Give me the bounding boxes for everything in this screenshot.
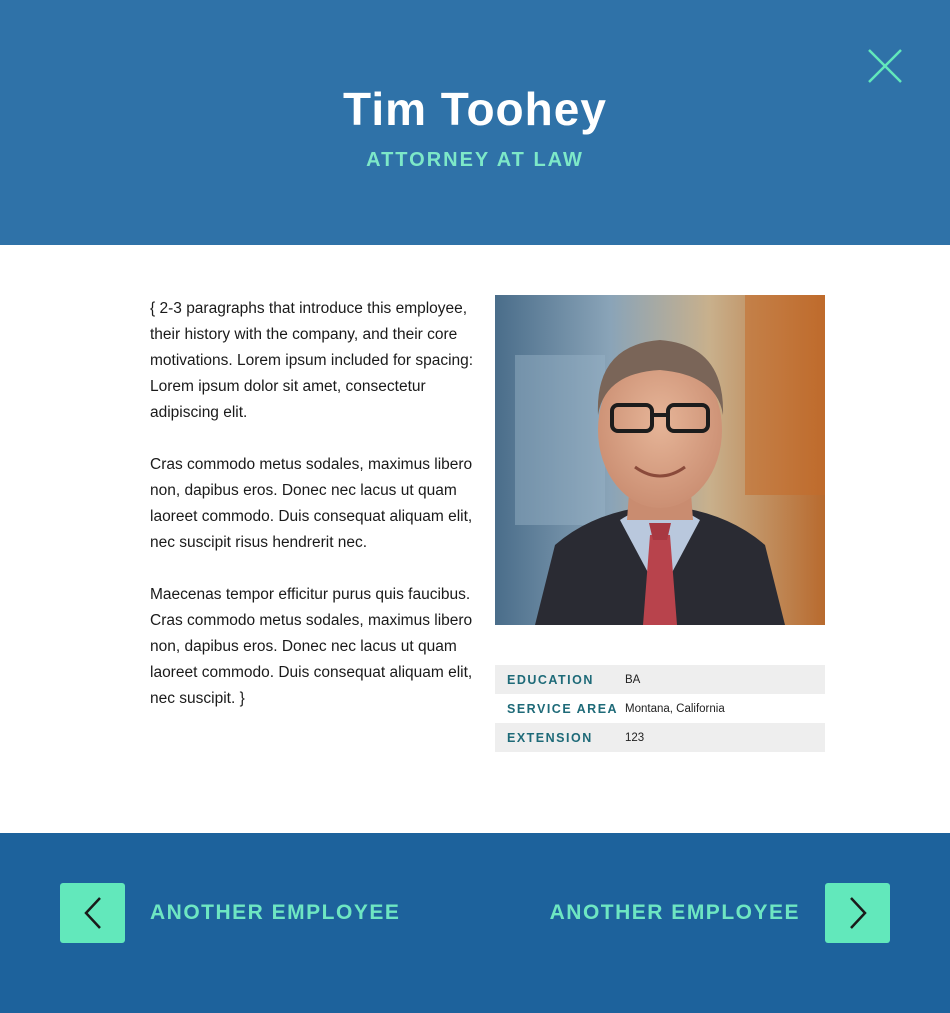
close-icon	[868, 49, 902, 83]
detail-value: Montana, California	[625, 702, 725, 715]
chevron-left-icon	[83, 897, 101, 929]
chevron-right-icon	[849, 897, 867, 929]
profile-header: Tim Toohey ATTORNEY AT LAW	[0, 0, 950, 245]
detail-value: BA	[625, 673, 641, 686]
employee-bio: { 2-3 paragraphs that introduce this emp…	[150, 296, 475, 738]
close-button[interactable]	[866, 47, 904, 85]
bio-paragraph: Cras commodo metus sodales, maximus libe…	[150, 456, 473, 551]
detail-label: EDUCATION	[507, 672, 594, 687]
employee-name: Tim Toohey	[343, 83, 607, 135]
bio-paragraph: Maecenas tempor efficitur purus quis fau…	[150, 586, 473, 707]
employee-title: ATTORNEY AT LAW	[366, 149, 584, 171]
detail-label: EXTENSION	[507, 730, 593, 745]
detail-row-service-area: SERVICE AREA Montana, California	[495, 694, 825, 723]
detail-value: 123	[625, 731, 645, 744]
previous-employee-button[interactable]	[60, 883, 125, 943]
detail-row-extension: EXTENSION 123	[495, 723, 825, 752]
detail-label: SERVICE AREA	[507, 701, 619, 716]
previous-employee-link[interactable]: ANOTHER EMPLOYEE	[150, 901, 400, 925]
bio-paragraph: { 2-3 paragraphs that introduce this emp…	[150, 300, 474, 421]
employee-photo	[495, 295, 825, 625]
next-employee-link[interactable]: ANOTHER EMPLOYEE	[550, 901, 800, 925]
employee-details: EDUCATION BA SERVICE AREA Montana, Calif…	[495, 665, 825, 752]
detail-row-education: EDUCATION BA	[495, 665, 825, 694]
employee-navigation: ANOTHER EMPLOYEE ANOTHER EMPLOYEE	[0, 833, 950, 1013]
next-employee-button[interactable]	[825, 883, 890, 943]
